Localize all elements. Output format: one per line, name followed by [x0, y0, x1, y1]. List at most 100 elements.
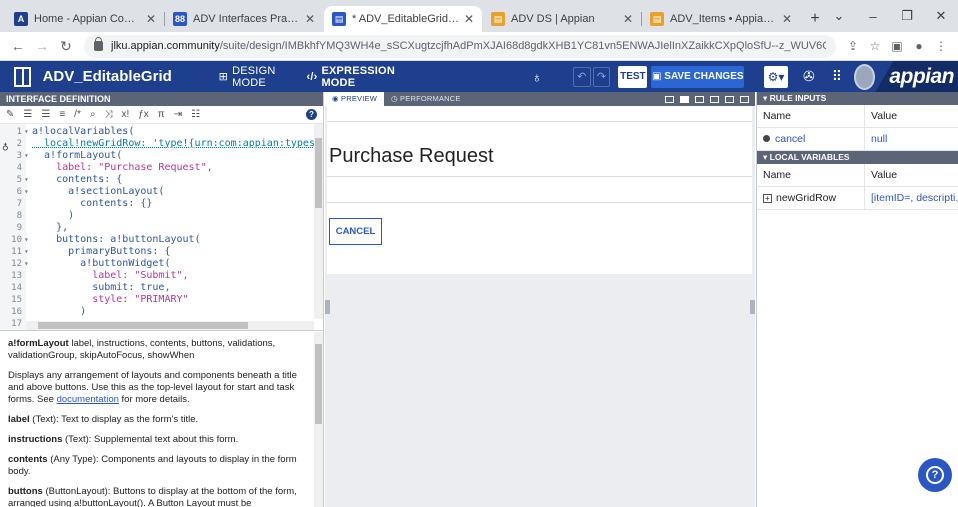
browser-tab-interfaces-practice[interactable]: 88 ADV Interfaces Practice – Bui ✕: [165, 6, 323, 32]
profile-icon[interactable]: ●: [908, 39, 930, 53]
right-resize-handle[interactable]: [750, 300, 755, 314]
settings-menu-button[interactable]: ⚙▾: [764, 65, 788, 88]
close-icon[interactable]: ✕: [782, 12, 792, 26]
design-mode-icon: ⊞: [218, 71, 229, 83]
phone-small-icon[interactable]: [740, 95, 749, 103]
avatar[interactable]: [854, 63, 876, 90]
expression-mode-toggle[interactable]: ‹/› EXPRESSION MODE: [306, 65, 405, 89]
tablet-landscape-icon[interactable]: [695, 95, 704, 103]
code-line: 2 local!newGridRow: 'type!{urn:com:appia…: [16, 138, 321, 149]
object-name: ADV_EditableGrid: [42, 68, 172, 85]
tab-search-icon[interactable]: ⌄: [822, 8, 856, 24]
bookmark-star-icon[interactable]: ☆: [864, 39, 886, 53]
editor-toolbar: ✎ ☰ ☰ ≡ /* ⌕ ⤨ x! ƒx π ⇥ ☷ ?: [0, 106, 323, 124]
pi-icon[interactable]: π: [158, 109, 165, 120]
browser-tab-adv-ds[interactable]: ▤ ADV DS | Appian ✕: [483, 6, 642, 32]
function-icon[interactable]: ƒx: [138, 109, 149, 120]
back-icon[interactable]: ←: [6, 38, 30, 54]
desktop-icon[interactable]: [680, 95, 689, 103]
editor-horizontal-scrollbar[interactable]: [26, 321, 314, 330]
code-line: 10 ▾ buttons: a!buttonLayout(: [11, 234, 201, 245]
outdent-icon[interactable]: ☰: [41, 109, 50, 120]
document-icon[interactable]: ☷: [191, 109, 200, 120]
help-icon[interactable]: ?: [306, 109, 317, 120]
forward-icon[interactable]: →: [30, 38, 54, 54]
browser-tab-adv-items[interactable]: ▤ ADV_Items • Appian Data Typ ✕: [642, 6, 800, 32]
navigation-icon[interactable]: ✇: [802, 68, 816, 85]
phone-icon[interactable]: [725, 95, 734, 103]
comment-icon[interactable]: /*: [74, 109, 81, 120]
tab-preview[interactable]: ◉ PREVIEW: [325, 92, 385, 106]
grid-favicon-icon: 88: [173, 12, 187, 26]
code-line: 7 contents: {}: [16, 198, 153, 209]
url-input[interactable]: jlku.appian.community/suite/design/IMBkh…: [84, 34, 836, 58]
appian-designer-header: ADV_EditableGrid ⊞ DESIGN MODE ‹/› EXPRESS…: [0, 61, 958, 92]
code-line: 9 },: [16, 222, 69, 233]
interface-object-icon: [14, 66, 31, 87]
sidebar-icon[interactable]: ▣: [886, 39, 908, 53]
code-line: 16 ): [11, 306, 87, 317]
rule-input-row[interactable]: cancel null: [757, 128, 958, 151]
close-icon[interactable]: ✕: [305, 12, 315, 26]
save-icon: ▣: [652, 70, 665, 82]
redo-button[interactable]: ↷: [592, 66, 611, 87]
close-icon[interactable]: ✕: [464, 12, 474, 26]
code-line: 15 style: "PRIMARY": [11, 294, 189, 305]
rule-input-icon: [763, 135, 770, 142]
app-grid-icon[interactable]: ⠿: [830, 68, 844, 85]
restore-icon[interactable]: ❐: [890, 8, 924, 24]
device-preview-toggles: [659, 92, 749, 106]
expand-icon[interactable]: ⇥: [174, 109, 182, 120]
lightbulb-icon[interactable]: ♁: [529, 69, 545, 85]
close-icon[interactable]: ✕: [623, 12, 633, 26]
local-variable-row[interactable]: + newGridRow [itemID=, descripti...: [757, 187, 958, 210]
code-line: 3 ▾ a!formLayout(: [16, 150, 123, 161]
share-icon[interactable]: ⇪: [842, 39, 864, 53]
code-line: 6 ▾ a!sectionLayout(: [16, 186, 165, 197]
code-line: 8 ): [16, 210, 75, 221]
undo-button[interactable]: ↶: [572, 66, 591, 87]
left-resize-handle[interactable]: [325, 300, 330, 314]
test-button[interactable]: TEST: [618, 65, 648, 88]
close-icon[interactable]: ✕: [146, 12, 156, 26]
code-line: 4 label: "Purchase Request",: [16, 162, 213, 173]
form-title: Purchase Request: [329, 145, 494, 167]
wrap-icon[interactable]: x!: [121, 109, 129, 120]
code-line: 1 ▾ a!localVariables(: [16, 126, 135, 137]
datatype-favicon-icon: ▤: [650, 12, 664, 26]
close-window-icon[interactable]: ✕: [924, 8, 958, 24]
magic-wand-icon[interactable]: ✎: [6, 109, 14, 120]
function-documentation: a!formLayout label, instructions, conten…: [8, 338, 297, 507]
browser-tab-editable-grid[interactable]: ▤ * ADV_EditableGrid • Appian ✕: [324, 6, 482, 32]
kebab-menu-icon[interactable]: ⋮: [930, 39, 952, 53]
code-editor[interactable]: ♁ 1 ▾ a!localVariables( 2 local!newGridRow…: [0, 124, 323, 331]
cancel-button[interactable]: CANCEL: [329, 218, 382, 245]
minimize-icon[interactable]: –: [856, 9, 890, 24]
interface-favicon-icon: ▤: [332, 12, 346, 26]
local-variables-column-header: Name Value: [757, 164, 958, 187]
indent-icon[interactable]: ☰: [23, 109, 32, 120]
editor-vertical-scrollbar[interactable]: [314, 124, 323, 319]
question-icon: ?: [926, 466, 944, 484]
appian-favicon-icon: A: [14, 12, 28, 26]
preview-panel: ◉ PREVIEW ◷ PERFORMANCE Purchase Request…: [325, 92, 755, 507]
help-button[interactable]: ?: [918, 458, 952, 492]
lock-icon: [94, 37, 103, 51]
design-mode-toggle[interactable]: ⊞ DESIGN MODE: [219, 65, 293, 89]
save-changes-button[interactable]: ▣ SAVE CHANGES: [651, 65, 745, 88]
search-icon[interactable]: ⌕: [90, 109, 96, 120]
list-icon[interactable]: ≡: [59, 109, 65, 120]
code-line: 5 ▾ contents: {: [16, 174, 123, 185]
local-variables-header[interactable]: ▾ LOCAL VARIABLES: [757, 151, 958, 164]
variables-panel: ▾ RULE INPUTS Name Value cancel null ▾ L…: [756, 92, 958, 507]
tab-performance[interactable]: ◷ PERFORMANCE: [384, 92, 468, 106]
expand-plus-icon[interactable]: +: [763, 194, 772, 203]
docs-scrollbar[interactable]: [314, 332, 323, 507]
tablet-portrait-icon[interactable]: [710, 95, 719, 103]
browser-tab-home[interactable]: A Home - Appian Community S ✕: [6, 6, 165, 32]
wide-layout-icon[interactable]: [665, 95, 674, 103]
rule-inputs-header[interactable]: ▾ RULE INPUTS: [757, 92, 958, 105]
replace-icon[interactable]: ⤨: [104, 109, 112, 120]
documentation-link[interactable]: documentation: [57, 394, 119, 405]
reload-icon[interactable]: ↻: [54, 38, 78, 55]
